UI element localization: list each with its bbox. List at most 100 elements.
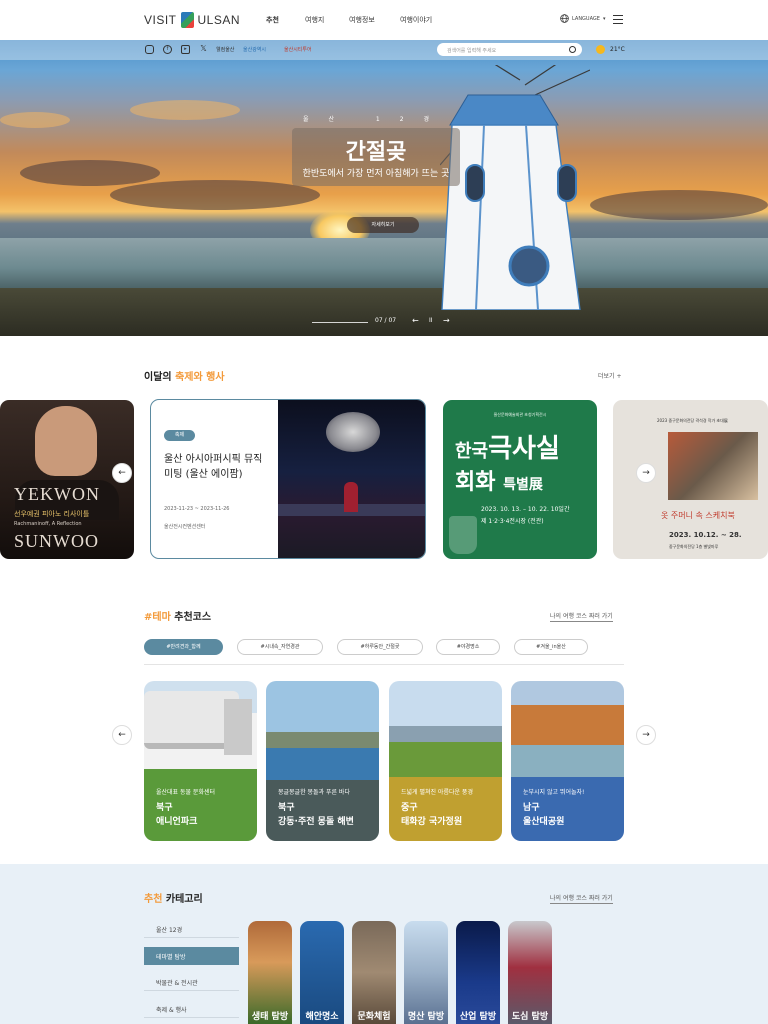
exhibition-title-d: 특별展 xyxy=(503,477,543,493)
recital-title-ko: 선우예권 피아노 리사이틀 xyxy=(14,510,90,518)
link-welcome-ulsan[interactable]: 웰컴울산 xyxy=(216,46,234,53)
event-card-featured[interactable]: 축제 울산 아시아퍼시픽 뮤직미팅 (울산 에이팜) 2023-11-23 ~ … xyxy=(150,399,426,559)
youtube-icon[interactable]: ▸ xyxy=(181,45,190,54)
tag-city-nature[interactable]: #시내속_자연경관 xyxy=(237,639,323,655)
course-caption: 울산대표 동물 문화센터 북구 애니언파크 xyxy=(156,787,215,829)
facebook-icon[interactable]: f xyxy=(163,45,172,54)
hero-kicker: 울산 12경 xyxy=(302,116,450,123)
tag-winter[interactable]: #겨울_in울산 xyxy=(514,639,588,655)
festival-next-arrow-icon[interactable]: → xyxy=(636,463,656,483)
exhibition-title-b: 극사실 xyxy=(488,434,560,464)
link-city-tour[interactable]: 울산시티투어 xyxy=(284,46,312,53)
category-more-link[interactable]: 나의 여행 코스 짜러 가기 xyxy=(550,893,613,904)
utility-bar: f ▸ 𝕏 웰컴울산 울산광역시 울산시티투어 검색어를 입력해 주세요 21°… xyxy=(0,40,768,60)
nav-recommend[interactable]: 추천 xyxy=(266,15,279,25)
next-arrow-icon[interactable]: → xyxy=(443,316,450,325)
category-heading-accent: 추천 xyxy=(144,894,163,905)
category-menu-museum[interactable]: 박물관 & 전시관 xyxy=(144,973,239,991)
moon-projection xyxy=(326,412,380,452)
sketch-title: 옷 주머니 속 스케치북 xyxy=(661,511,735,520)
tag-with-pets[interactable]: #반려견과_함께 xyxy=(144,639,223,655)
link-ulsan-city[interactable]: 울산광역시 xyxy=(243,46,266,53)
category-tile-mountain[interactable]: 명산 탐방 xyxy=(404,921,448,1024)
hero-subtitle: 한반도에서 가장 먼저 아침해가 뜨는 곳 xyxy=(302,169,450,179)
tile-label: 명산 탐방 xyxy=(407,1012,445,1022)
sketch-artwork xyxy=(668,432,758,500)
theme-more-link[interactable]: 나의 여행 코스 짜러 가기 xyxy=(550,611,613,622)
weather-widget: 21°C xyxy=(596,45,625,54)
exhibition-date: 2023. 10. 13. – 10. 22. 10일간 xyxy=(481,506,570,513)
search-placeholder: 검색어를 입력해 주세요 xyxy=(447,48,497,54)
x-icon[interactable]: 𝕏 xyxy=(199,45,208,54)
instagram-icon[interactable] xyxy=(145,45,154,54)
sketch-date: 2023. 10.12. ~ 28. xyxy=(669,531,742,539)
exhibition-host: 울산문화예술회관 초청기획전시 xyxy=(493,412,547,417)
course-card-4[interactable]: 눈부시지 않고 뛰어놀자! 남구 울산대공원 xyxy=(511,681,624,841)
header: VISIT ULSAN 추천 여행지 여행정보 여행이야기 LANGUAGE ▾ xyxy=(0,0,768,40)
page-total: 07 xyxy=(388,317,397,324)
menu-icon[interactable] xyxy=(613,15,623,24)
course-prev-arrow-icon[interactable]: ← xyxy=(112,725,132,745)
performer xyxy=(344,482,358,512)
course-next-arrow-icon[interactable]: → xyxy=(636,725,656,745)
cloud xyxy=(110,180,320,210)
category-tile-culture[interactable]: 문화체험 xyxy=(352,921,396,1024)
globe-icon xyxy=(560,14,569,23)
category-heading: 추천 카테고리 xyxy=(144,890,203,905)
course-sub: 울산대표 동물 문화센터 xyxy=(156,789,216,796)
event-card-exhibition[interactable]: 울산문화예술회관 초청기획전시 한국극사실 회화 특별展 2023. 10. 1… xyxy=(443,400,597,559)
course-card-1[interactable]: 울산대표 동물 문화센터 북구 애니언파크 xyxy=(144,681,257,841)
divider xyxy=(144,664,624,665)
category-tile-downtown[interactable]: 도심 탐방 xyxy=(508,921,552,1024)
theme-heading-plain: 추천코스 xyxy=(170,612,212,623)
festival-heading: 이달의 축제와 행사 xyxy=(144,368,225,383)
category-tile-eco[interactable]: 생태 탐방 xyxy=(248,921,292,1024)
logo-visit: VISIT xyxy=(144,13,177,27)
category-tile-coast[interactable]: 해안명소 xyxy=(300,921,344,1024)
theme-heading: #테마 추천코스 xyxy=(144,608,211,623)
event-card-sketchbook[interactable]: 2023 중구문화의전당 곽석경 작가 초대展 옷 주머니 속 스케치북 202… xyxy=(613,400,768,559)
course-name: 강동·주전 몽돌 해변 xyxy=(278,817,354,827)
recital-surname-en: SUNWOO xyxy=(14,531,99,551)
windmill-image xyxy=(440,65,590,310)
hero-detail-button[interactable]: 자세히보기 xyxy=(347,217,419,233)
tile-label: 문화체험 xyxy=(357,1012,391,1022)
cloud xyxy=(0,112,70,128)
exhibition-title-c: 회화 xyxy=(455,470,496,495)
cloud xyxy=(130,100,240,120)
festival-more-link[interactable]: 더보기 + xyxy=(598,371,622,380)
hero-banner: f ▸ 𝕏 웰컴울산 울산광역시 울산시티투어 검색어를 입력해 주세요 21°… xyxy=(0,40,768,336)
prev-arrow-icon[interactable]: ← xyxy=(412,316,419,325)
tag-night-view[interactable]: #야경명소 xyxy=(436,639,500,655)
search-icon[interactable] xyxy=(569,46,576,53)
caret-down-icon: ▾ xyxy=(602,15,606,22)
pause-icon[interactable]: II xyxy=(429,317,433,324)
course-card-3[interactable]: 드넓게 펼쳐진 아름다운 풍경 중구 태화강 국가정원 xyxy=(389,681,502,841)
language-label: LANGUAGE xyxy=(572,15,600,22)
category-tile-industry[interactable]: 산업 탐방 xyxy=(456,921,500,1024)
tile-label: 산업 탐방 xyxy=(459,1012,497,1022)
event-place: 울산전시컨벤션센터 xyxy=(164,524,206,530)
festival-prev-arrow-icon[interactable]: ← xyxy=(112,463,132,483)
category-menu-ulsan12[interactable]: 울산 12경 xyxy=(144,920,239,938)
logo[interactable]: VISIT ULSAN xyxy=(144,11,240,29)
course-name: 울산대공원 xyxy=(523,817,565,827)
nav-destinations[interactable]: 여행지 xyxy=(305,15,324,25)
event-title: 울산 아시아퍼시픽 뮤직미팅 (울산 에이팜) xyxy=(164,454,263,480)
category-menu-festival[interactable]: 축제 & 행사 xyxy=(144,1000,239,1018)
festival-heading-plain: 이달의 xyxy=(144,372,176,383)
portrait xyxy=(35,406,97,476)
course-card-2[interactable]: 몽글몽글한 몽돌과 푸른 바다 북구 강동·주전 몽돌 해변 xyxy=(266,681,379,841)
search-input[interactable]: 검색어를 입력해 주세요 xyxy=(437,43,582,56)
glass-image xyxy=(449,516,477,554)
language-selector[interactable]: LANGUAGE ▾ xyxy=(560,14,605,23)
theme-heading-accent: #테마 xyxy=(144,612,171,623)
nav-travel-stories[interactable]: 여행이야기 xyxy=(400,15,432,25)
nav-travel-info[interactable]: 여행정보 xyxy=(349,15,375,25)
category-menu-theme[interactable]: 테마별 탐방 xyxy=(144,947,239,965)
tag-ganjeolgot[interactable]: #하루동안_간절곶 xyxy=(337,639,423,655)
tile-label: 해안명소 xyxy=(305,1012,339,1022)
page-indicator: 07 / 07 xyxy=(375,317,397,324)
exhibition-title-a: 한국 xyxy=(455,441,489,462)
progress-line xyxy=(312,322,368,323)
